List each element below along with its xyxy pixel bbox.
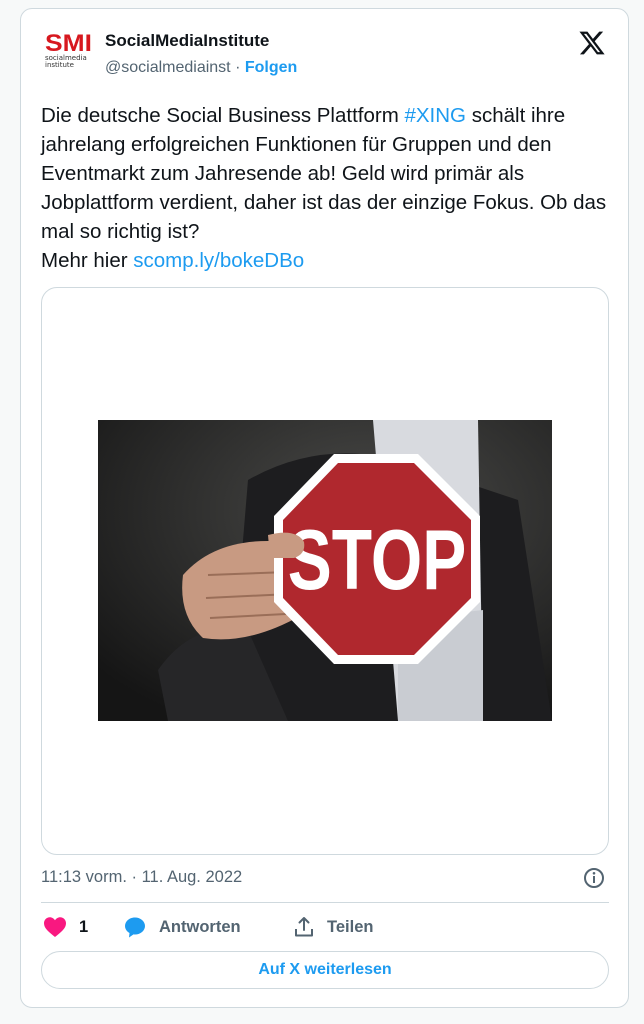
like-button[interactable]: 1 <box>43 913 88 941</box>
logo-mark: SMI <box>45 30 92 57</box>
avatar[interactable]: SMI socialmedia institute <box>45 32 95 73</box>
action-bar: 1 Antworten Teilen <box>41 913 609 941</box>
speech-bubble-icon <box>125 917 145 938</box>
post-timestamp[interactable]: 11:13 vorm. · 11. Aug. 2022 <box>41 868 242 887</box>
stop-sign-photo: STOP <box>98 420 552 721</box>
follow-button[interactable]: Folgen <box>245 59 297 76</box>
info-icon[interactable] <box>582 866 606 890</box>
logo-subtitle-line2: institute <box>45 61 74 69</box>
display-name[interactable]: SocialMediaInstitute <box>105 31 269 51</box>
share-upload-icon <box>295 917 313 937</box>
post-text: Die deutsche Social Business Plattform #… <box>41 101 611 275</box>
url-link[interactable]: scomp.ly/bokeDBo <box>133 249 304 272</box>
heart-icon <box>44 917 66 937</box>
read-more-button[interactable]: Auf X weiterlesen <box>41 951 609 989</box>
media-container[interactable]: STOP <box>41 287 609 855</box>
reply-button[interactable]: Antworten <box>123 913 241 941</box>
embedded-post-card: SMI socialmedia institute SocialMediaIns… <box>20 8 629 1008</box>
separator: · <box>235 59 241 76</box>
handle-line: @socialmediainst · Folgen <box>105 59 297 77</box>
reply-label: Antworten <box>159 917 241 936</box>
handle[interactable]: @socialmediainst <box>105 59 231 76</box>
post-text-part3: Mehr hier <box>41 249 134 272</box>
stop-sign-text: STOP <box>288 513 466 608</box>
x-logo-icon[interactable] <box>578 29 606 57</box>
share-label: Teilen <box>327 917 374 936</box>
divider <box>41 902 609 903</box>
hashtag-link[interactable]: #XING <box>404 104 466 127</box>
like-count: 1 <box>79 917 89 936</box>
share-button[interactable]: Teilen <box>293 913 373 941</box>
post-text-part1: Die deutsche Social Business Plattform <box>41 104 405 127</box>
post-header: SMI socialmedia institute SocialMediaIns… <box>21 9 628 89</box>
